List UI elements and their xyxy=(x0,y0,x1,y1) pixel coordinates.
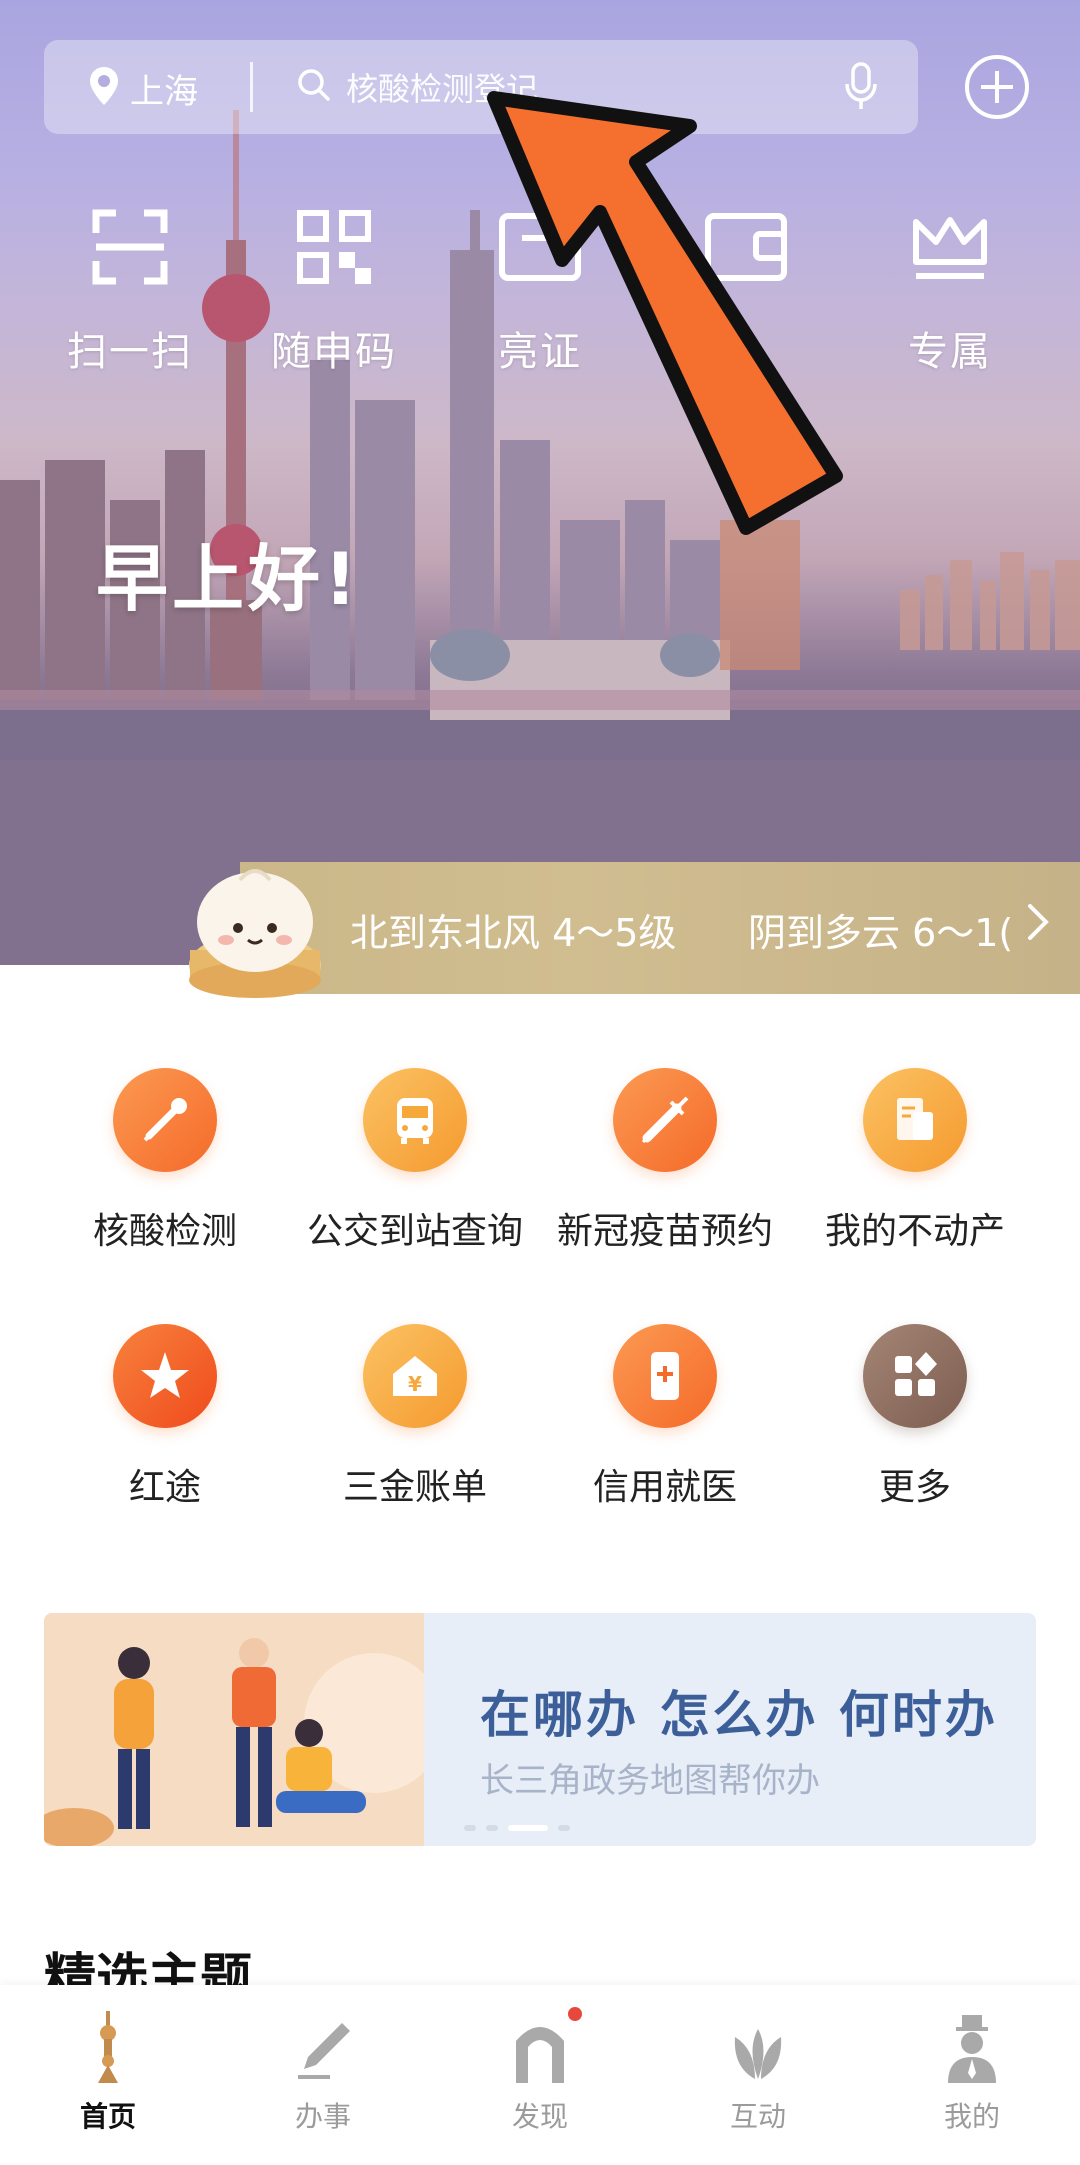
tab-affairs[interactable]: 办事 xyxy=(253,2005,393,2135)
xiaolongbao-mascot-icon xyxy=(189,869,321,998)
swab-icon xyxy=(113,1068,217,1172)
location-label: 上海 xyxy=(130,71,198,112)
notification-dot xyxy=(568,2007,582,2021)
carousel-indicator xyxy=(464,1825,570,1831)
service-label: 核酸检测 xyxy=(92,1211,237,1252)
location-selector[interactable]: 上海 xyxy=(88,64,198,112)
annotation-arrow-icon xyxy=(487,91,843,535)
service-my-property[interactable]: 我的不动产 xyxy=(790,1068,1040,1254)
service-label: 更多 xyxy=(878,1467,951,1508)
promo-banner[interactable]: 在哪办 怎么办 何时办 长三角政务地图帮你办 xyxy=(44,1613,1036,1846)
arch-icon xyxy=(470,2005,610,2083)
lotus-icon xyxy=(688,2005,828,2083)
service-label: 三金账单 xyxy=(342,1467,487,1508)
service-label: 红途 xyxy=(128,1467,201,1508)
carousel-dot xyxy=(464,1825,476,1831)
service-label: 信用就医 xyxy=(592,1467,737,1508)
service-vaccine-booking[interactable]: 新冠疫苗预约 xyxy=(540,1068,790,1254)
tower-icon xyxy=(38,2005,178,2083)
quick-action-label: 随申码 xyxy=(271,329,397,375)
phone-medical-icon xyxy=(613,1324,717,1428)
quick-action-label: 专属 xyxy=(908,329,992,375)
location-pin-icon xyxy=(88,65,120,111)
service-label: 新冠疫苗预约 xyxy=(556,1211,773,1252)
service-bus-query[interactable]: 公交到站查询 xyxy=(290,1068,540,1254)
service-more[interactable]: 更多 xyxy=(790,1324,1040,1510)
service-three-funds-bill[interactable]: ¥ 三金账单 xyxy=(290,1324,540,1510)
house-yen-icon: ¥ xyxy=(363,1324,467,1428)
weather-bar[interactable]: 北到东北风 4～5级 阴到多云 6～1( xyxy=(240,862,1080,994)
tab-label: 办事 xyxy=(294,2100,351,2133)
qrcode-icon xyxy=(254,205,414,289)
quick-action-health-code[interactable]: 随申码 xyxy=(254,205,414,377)
tab-label: 发现 xyxy=(511,2100,568,2133)
carousel-dot-active xyxy=(508,1825,548,1831)
tab-label: 我的 xyxy=(943,2100,1000,2133)
tab-home[interactable]: 首页 xyxy=(38,2005,178,2135)
person-icon xyxy=(902,2005,1042,2083)
svg-text:¥: ¥ xyxy=(408,1372,422,1396)
service-nucleic-test[interactable]: 核酸检测 xyxy=(40,1068,290,1254)
banner-subtitle: 长三角政务地图帮你办 xyxy=(480,1761,820,1801)
tab-mine[interactable]: 我的 xyxy=(902,2005,1042,2135)
scan-icon xyxy=(50,205,210,289)
service-label: 我的不动产 xyxy=(824,1211,1005,1252)
tab-label: 首页 xyxy=(79,2100,136,2133)
people-illustration-icon xyxy=(44,1613,424,1846)
document-icon xyxy=(863,1068,967,1172)
bus-icon xyxy=(363,1068,467,1172)
search-icon xyxy=(296,67,332,107)
banner-title: 在哪办 怎么办 何时办 xyxy=(480,1686,998,1744)
carousel-dot xyxy=(558,1825,570,1831)
greeting-text: 早上好! xyxy=(96,537,361,621)
syringe-icon xyxy=(613,1068,717,1172)
tab-discover[interactable]: 发现 xyxy=(470,2005,610,2135)
weather-forecast: 阴到多云 6～1( xyxy=(748,911,1014,955)
grid-more-icon xyxy=(863,1324,967,1428)
chevron-right-icon xyxy=(1026,902,1050,946)
star-icon xyxy=(113,1324,217,1428)
search-divider xyxy=(250,62,253,112)
weather-wind: 北到东北风 4～5级 xyxy=(350,911,677,955)
tab-label: 互动 xyxy=(729,2100,786,2133)
crown-icon xyxy=(870,205,1030,289)
add-icon[interactable] xyxy=(964,54,1030,120)
quick-action-exclusive[interactable]: 专属 xyxy=(870,205,1030,377)
bottom-tab-bar: 首页 办事 发现 互动 我的 xyxy=(0,1985,1080,2165)
service-label: 公交到站查询 xyxy=(306,1211,523,1252)
carousel-dot xyxy=(486,1825,498,1831)
service-credit-medical[interactable]: 信用就医 xyxy=(540,1324,790,1510)
tab-interact[interactable]: 互动 xyxy=(688,2005,828,2135)
quick-action-label: 扫一扫 xyxy=(67,329,193,375)
service-red-route[interactable]: 红途 xyxy=(40,1324,290,1510)
pen-icon xyxy=(253,2005,393,2083)
quick-action-scan[interactable]: 扫一扫 xyxy=(50,205,210,377)
